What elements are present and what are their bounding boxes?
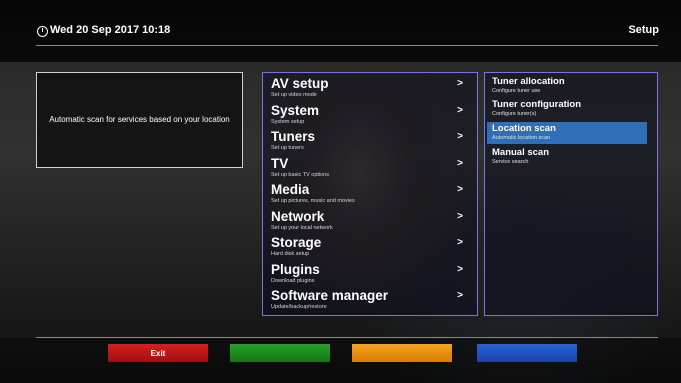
submenu-item-tuner-allocation[interactable]: Tuner allocation Configure tuner use bbox=[487, 75, 647, 97]
menu-item-media[interactable]: Media Set up pictures, music and movies … bbox=[271, 182, 469, 208]
header-bar: Wed 20 Sep 2017 10:18 Setup bbox=[0, 0, 681, 62]
submenu-item-title: Manual scan bbox=[492, 147, 550, 158]
menu-item-subtitle: Hard disk setup bbox=[271, 251, 310, 257]
submenu-item-title: Location scan bbox=[492, 123, 556, 134]
footer-bar bbox=[0, 338, 681, 383]
menu-item-system[interactable]: System System setup > bbox=[271, 103, 469, 129]
submenu-item-title: Tuner allocation bbox=[492, 76, 565, 87]
menu-item-subtitle: Set up basic TV options bbox=[271, 171, 329, 178]
menu-item-title: TV bbox=[271, 155, 289, 171]
submenu-item-desc: Service search bbox=[492, 159, 529, 165]
menu-item-subtitle: Download plugins bbox=[271, 277, 315, 284]
menu-item-title: Software manager bbox=[271, 288, 389, 303]
menu-item-title: System bbox=[271, 102, 320, 118]
menu-item-subtitle: Update/backup/restore bbox=[271, 304, 327, 310]
menu-item-tv[interactable]: TV Set up basic TV options > bbox=[271, 156, 469, 182]
menu-item-network[interactable]: Network Set up your local network > bbox=[271, 209, 469, 235]
menu-item-title: Plugins bbox=[271, 261, 320, 277]
chevron-right-icon: > bbox=[457, 184, 463, 195]
yellow-button[interactable] bbox=[352, 344, 452, 362]
submenu-item-manual-scan[interactable]: Manual scan Service search bbox=[487, 146, 647, 168]
menu-item-subtitle: System setup bbox=[271, 118, 305, 125]
chevron-right-icon: > bbox=[457, 104, 463, 116]
header-divider bbox=[36, 45, 658, 46]
chevron-right-icon: > bbox=[457, 263, 463, 275]
submenu-item-title: Tuner configuration bbox=[492, 99, 582, 110]
menu-item-title: Storage bbox=[271, 235, 322, 250]
submenu-item-desc: Configure tuner(s) bbox=[492, 111, 537, 117]
menu-item-av-setup[interactable]: AV setup Set up video mode > bbox=[271, 76, 469, 102]
green-button[interactable] bbox=[230, 344, 330, 362]
menu-item-software-manager[interactable]: Software manager Update/backup/restore > bbox=[271, 288, 469, 314]
menu-item-subtitle: Set up your local network bbox=[271, 224, 333, 231]
menu-item-subtitle: Set up video mode bbox=[271, 92, 317, 98]
blue-button[interactable] bbox=[477, 344, 577, 362]
menu-item-subtitle: Set up tuners bbox=[271, 145, 304, 151]
submenu-item-desc: Automatic location scan bbox=[492, 135, 551, 141]
menu-item-storage[interactable]: Storage Hard disk setup > bbox=[271, 235, 469, 261]
submenu-panel: Tuner allocation Configure tuner use Tun… bbox=[484, 72, 658, 316]
menu-item-subtitle: Set up pictures, music and movies bbox=[271, 198, 355, 204]
page-title: Setup bbox=[628, 24, 659, 36]
menu-item-tuners[interactable]: Tuners Set up tuners > bbox=[271, 129, 469, 155]
submenu-item-tuner-configuration[interactable]: Tuner configuration Configure tuner(s) bbox=[487, 98, 647, 120]
menu-item-title: AV setup bbox=[271, 76, 329, 91]
menu-item-plugins[interactable]: Plugins Download plugins > bbox=[271, 262, 469, 288]
datetime: Wed 20 Sep 2017 10:18 bbox=[50, 24, 171, 36]
menu-item-title: Media bbox=[271, 182, 310, 197]
main-menu: AV setup Set up video mode > System Syst… bbox=[262, 72, 478, 316]
submenu-item-location-scan[interactable]: Location scan Automatic location scan bbox=[487, 122, 647, 144]
submenu-item-desc: Configure tuner use bbox=[492, 88, 541, 94]
chevron-right-icon: > bbox=[457, 157, 463, 169]
menu-item-title: Tuners bbox=[271, 129, 316, 144]
chevron-right-icon: > bbox=[457, 210, 463, 222]
exit-button[interactable]: Exit bbox=[108, 344, 208, 362]
description-text: Automatic scan for services based on you… bbox=[49, 115, 230, 124]
chevron-right-icon: > bbox=[457, 78, 463, 89]
chevron-right-icon: > bbox=[457, 290, 463, 301]
clock-icon bbox=[37, 26, 48, 37]
chevron-right-icon: > bbox=[457, 237, 463, 248]
menu-item-title: Network bbox=[271, 208, 325, 224]
chevron-right-icon: > bbox=[457, 131, 463, 142]
description-panel: Automatic scan for services based on you… bbox=[36, 72, 243, 168]
